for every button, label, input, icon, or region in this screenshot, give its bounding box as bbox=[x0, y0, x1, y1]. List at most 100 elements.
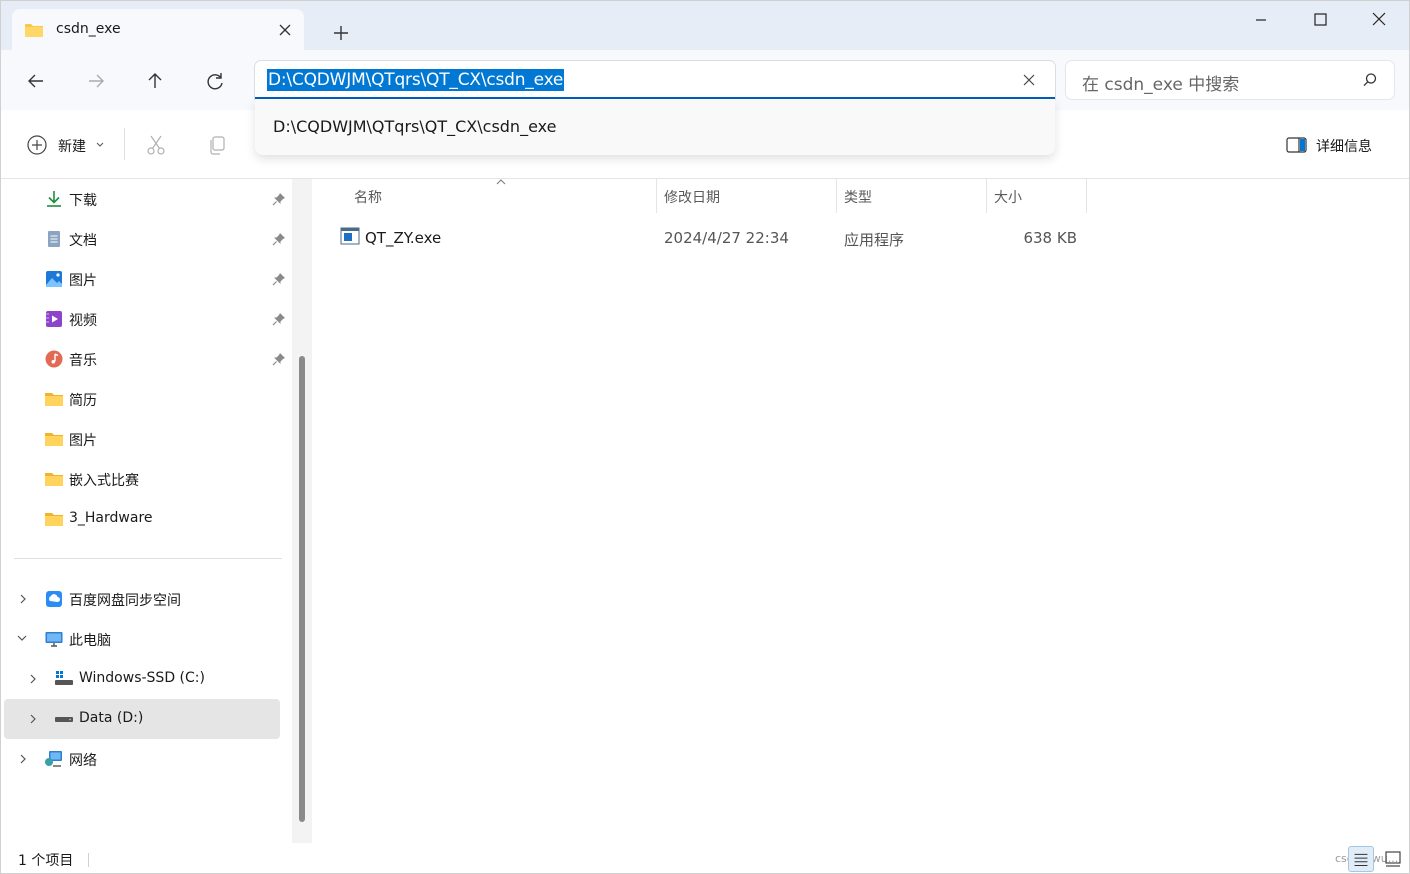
column-name[interactable]: 名称 bbox=[354, 187, 382, 207]
sidebar-item-label: 3_Hardware bbox=[69, 510, 153, 526]
computer-icon bbox=[45, 632, 63, 647]
sidebar-divider bbox=[14, 558, 282, 559]
address-suggestion-item[interactable]: D:\CQDWJM\QTqrs\QT_CX\csdn_exe bbox=[273, 117, 556, 136]
exe-file-icon bbox=[340, 227, 360, 245]
chevron-right-icon[interactable] bbox=[28, 713, 38, 725]
pin-icon[interactable] bbox=[272, 352, 286, 366]
sidebar-item-label: 图片 bbox=[69, 273, 97, 289]
baidu-cloud-icon bbox=[46, 591, 62, 607]
folder-icon bbox=[45, 513, 63, 526]
sidebar-item-baidu-cloud[interactable]: 百度网盘同步空间 bbox=[4, 579, 280, 619]
pin-icon[interactable] bbox=[272, 272, 286, 286]
folder-icon bbox=[45, 433, 63, 446]
sidebar-item-hardware[interactable]: 3_Hardware bbox=[4, 499, 280, 539]
tab-csdn-exe[interactable]: csdn_exe bbox=[12, 9, 304, 51]
sidebar-item-videos[interactable]: 视频 bbox=[4, 299, 285, 339]
search-input[interactable]: 在 csdn_exe 中搜索 bbox=[1082, 70, 1239, 95]
file-size: 638 KB bbox=[1023, 229, 1077, 247]
sidebar-item-pictures-folder[interactable]: 图片 bbox=[4, 419, 280, 459]
sidebar-item-pictures[interactable]: 图片 bbox=[4, 259, 285, 299]
column-header: 名称 修改日期 类型 大小 bbox=[312, 179, 1410, 213]
sort-ascending-icon bbox=[496, 179, 506, 185]
pictures-icon bbox=[46, 271, 62, 287]
add-circle-icon bbox=[27, 135, 47, 155]
item-count: 1 个项目 bbox=[18, 853, 74, 869]
windows-drive-icon bbox=[55, 671, 73, 685]
sidebar-item-this-pc[interactable]: 此电脑 bbox=[4, 619, 280, 659]
details-pane-icon bbox=[1286, 137, 1307, 153]
chevron-down-icon[interactable] bbox=[16, 633, 28, 643]
close-icon[interactable] bbox=[1356, 6, 1402, 34]
chevron-down-icon bbox=[96, 142, 104, 147]
tab-title: csdn_exe bbox=[56, 21, 121, 37]
search-icon[interactable] bbox=[1362, 72, 1378, 88]
chevron-right-icon[interactable] bbox=[18, 593, 28, 605]
address-input[interactable]: D:\CQDWJM\QTqrs\QT_CX\csdn_exe bbox=[267, 69, 565, 91]
clear-icon[interactable] bbox=[1019, 70, 1039, 90]
details-button-label: 详细信息 bbox=[1316, 139, 1372, 155]
column-separator[interactable] bbox=[836, 179, 837, 213]
sidebar-item-downloads[interactable]: 下载 bbox=[4, 179, 285, 219]
refresh-icon[interactable] bbox=[199, 66, 231, 96]
sidebar-item-label: 网络 bbox=[69, 753, 97, 769]
sidebar-item-label: 音乐 bbox=[69, 353, 97, 369]
sidebar-item-label: 下载 bbox=[69, 193, 97, 209]
up-arrow-icon[interactable] bbox=[139, 66, 171, 96]
details-button[interactable]: 详细信息 bbox=[1280, 130, 1390, 160]
download-icon bbox=[47, 191, 61, 207]
cut-icon[interactable] bbox=[144, 133, 168, 157]
copy-icon[interactable] bbox=[205, 133, 229, 157]
sidebar-item-documents[interactable]: 文档 bbox=[4, 219, 285, 259]
new-button-label: 新建 bbox=[58, 139, 86, 155]
sidebar-item-label: 嵌入式比赛 bbox=[69, 473, 139, 489]
column-type[interactable]: 类型 bbox=[844, 187, 872, 207]
search-box[interactable]: 在 csdn_exe 中搜索 bbox=[1066, 61, 1394, 99]
music-icon bbox=[45, 350, 63, 368]
back-arrow-icon[interactable] bbox=[20, 66, 52, 96]
maximize-icon[interactable] bbox=[1297, 6, 1343, 34]
sidebar-item-network[interactable]: 网络 bbox=[4, 739, 280, 779]
pin-icon[interactable] bbox=[272, 232, 286, 246]
sidebar-item-label: Windows-SSD (C:) bbox=[79, 670, 205, 686]
sidebar-item-label: 文档 bbox=[69, 233, 97, 249]
column-separator[interactable] bbox=[986, 179, 987, 213]
toolbar-divider bbox=[124, 128, 125, 160]
drive-icon bbox=[55, 717, 73, 722]
status-bar: 1 个项目 bbox=[0, 844, 1410, 874]
sidebar-item-embedded-contest[interactable]: 嵌入式比赛 bbox=[4, 459, 280, 499]
folder-icon bbox=[45, 473, 63, 486]
address-bar[interactable]: D:\CQDWJM\QTqrs\QT_CX\csdn_exe bbox=[255, 61, 1055, 99]
sidebar-item-label: 百度网盘同步空间 bbox=[69, 593, 181, 609]
video-icon bbox=[46, 311, 62, 327]
sidebar-item-drive-d[interactable]: Data (D:) bbox=[4, 699, 280, 739]
chevron-right-icon[interactable] bbox=[28, 673, 38, 685]
sidebar-item-resume[interactable]: 简历 bbox=[4, 379, 280, 419]
table-row[interactable]: QT_ZY.exe 2024/4/27 22:34 应用程序 638 KB bbox=[334, 220, 1094, 254]
file-name[interactable]: QT_ZY.exe bbox=[365, 229, 441, 247]
chevron-right-icon[interactable] bbox=[18, 753, 28, 765]
sidebar-scrollbar-thumb[interactable] bbox=[299, 356, 305, 822]
column-separator[interactable] bbox=[656, 179, 657, 213]
tab-close-icon[interactable] bbox=[274, 19, 296, 41]
details-view-icon[interactable] bbox=[1348, 846, 1374, 872]
large-icons-view-icon[interactable] bbox=[1380, 846, 1406, 872]
address-suggestions: D:\CQDWJM\QTqrs\QT_CX\csdn_exe bbox=[255, 99, 1055, 155]
folder-icon bbox=[25, 24, 43, 37]
forward-arrow-icon[interactable] bbox=[80, 66, 112, 96]
sidebar-item-label: 图片 bbox=[69, 433, 97, 449]
sidebar-item-drive-c[interactable]: Windows-SSD (C:) bbox=[4, 659, 280, 699]
minimize-icon[interactable] bbox=[1238, 6, 1284, 34]
column-separator[interactable] bbox=[1086, 179, 1087, 213]
new-button[interactable]: 新建 bbox=[22, 130, 112, 160]
folder-icon bbox=[45, 393, 63, 406]
column-date[interactable]: 修改日期 bbox=[664, 187, 720, 207]
pin-icon[interactable] bbox=[272, 312, 286, 326]
sidebar-item-music[interactable]: 音乐 bbox=[4, 339, 285, 379]
status-divider bbox=[88, 853, 89, 867]
column-size[interactable]: 大小 bbox=[994, 187, 1022, 207]
navigation-pane: 下载 文档 图片 视频 音乐 简历 图片 嵌入式比赛 3_Hardware 百度… bbox=[0, 179, 312, 843]
sidebar-item-label: 此电脑 bbox=[69, 633, 111, 649]
document-icon bbox=[48, 231, 60, 247]
pin-icon[interactable] bbox=[272, 192, 286, 206]
new-tab-icon[interactable] bbox=[328, 20, 354, 46]
